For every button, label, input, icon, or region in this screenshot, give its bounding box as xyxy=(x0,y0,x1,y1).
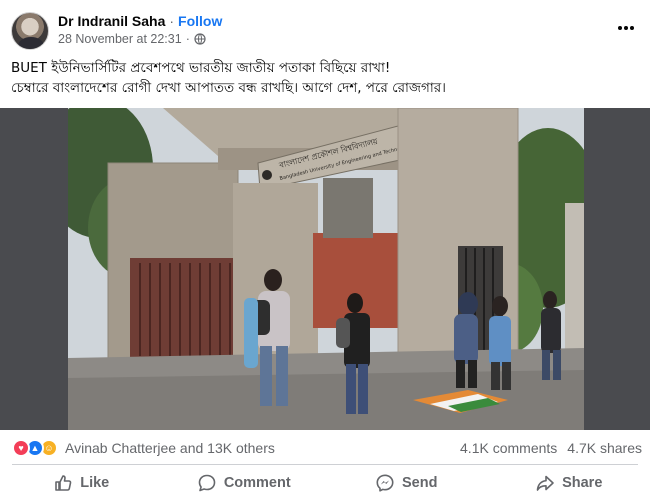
globe-icon xyxy=(194,33,206,45)
post-actions: Like Comment Send Share xyxy=(0,466,650,500)
author-avatar[interactable] xyxy=(11,12,49,50)
comment-button[interactable]: Comment xyxy=(163,466,326,500)
timestamp-separator: · xyxy=(185,32,190,46)
comments-count[interactable]: 4.1K comments xyxy=(460,440,557,456)
post-meta: 28 November at 22:31 · xyxy=(58,32,206,46)
follow-button[interactable]: Follow xyxy=(178,13,222,29)
thumbs-up-icon xyxy=(55,475,72,491)
share-button[interactable]: Share xyxy=(488,466,650,500)
post-text-line: BUET ইউনিভার্সিটির প্রবেশপথে ভারতীয় জাত… xyxy=(11,60,391,76)
comment-label: Comment xyxy=(223,475,291,491)
send-label: Send xyxy=(402,475,438,491)
like-label: Like xyxy=(80,475,110,491)
post-header: Dr Indranil Saha · Follow 28 November at 2… xyxy=(0,0,650,56)
post-photo[interactable]: বাংলাদেশ প্রকৌশল বিশ্ববিদ্যালয় Banglade… xyxy=(68,108,584,430)
actions-divider xyxy=(12,464,638,465)
author-name[interactable]: Dr Indranil Saha xyxy=(58,13,165,29)
comment-icon xyxy=(198,474,216,492)
name-separator: · xyxy=(169,13,175,29)
shares-count[interactable]: 4.7K shares xyxy=(567,440,642,456)
post-timestamp[interactable]: 28 November at 22:31 xyxy=(58,32,182,46)
reaction-icons[interactable]: ♥ ▲ ☺ xyxy=(12,439,62,457)
share-label: Share xyxy=(562,475,603,491)
photo-frame: বাংলাদেশ প্রকৌশল বিশ্ববিদ্যালয় Banglade… xyxy=(0,108,650,430)
love-reaction-icon: ♥ xyxy=(12,439,30,457)
reactors-summary[interactable]: Avinab Chatterjee and 13K others xyxy=(65,440,275,456)
post-text: BUET ইউনিভার্সিটির প্রবেশপথে ভারতীয় জাত… xyxy=(11,58,641,98)
author-line: Dr Indranil Saha · Follow xyxy=(58,13,222,29)
post-text-line: চেম্বারে বাংলাদেশের রোগী দেখা আপাতত বন্ধ… xyxy=(11,80,446,96)
messenger-icon xyxy=(376,474,394,492)
send-button[interactable]: Send xyxy=(325,466,488,500)
gate-scene-illustration: বাংলাদেশ প্রকৌশল বিশ্ববিদ্যালয় Banglade… xyxy=(68,108,584,430)
engagement-counts: 4.1K comments 4.7K shares xyxy=(460,440,642,456)
more-options-icon[interactable] xyxy=(616,18,636,38)
like-button[interactable]: Like xyxy=(0,466,163,500)
share-icon xyxy=(536,475,554,491)
engagement-bar: ♥ ▲ ☺ Avinab Chatterjee and 13K others 4… xyxy=(0,436,650,460)
